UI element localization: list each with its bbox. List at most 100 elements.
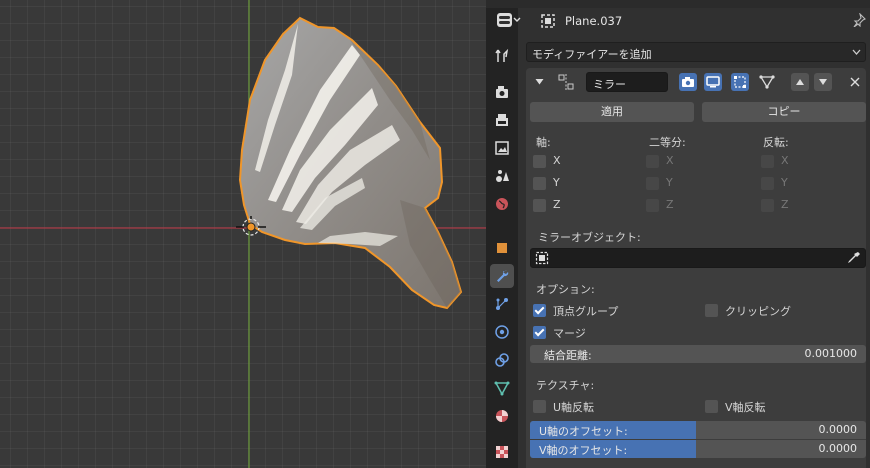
on-cage-toggle[interactable] [758, 73, 776, 91]
move-down-button[interactable] [814, 73, 832, 91]
show-in-editmode-toggle[interactable] [731, 73, 749, 91]
flip-x-checkbox[interactable] [761, 155, 774, 168]
object-name: Plane.037 [565, 14, 623, 28]
object-mode-icon [541, 14, 555, 28]
apply-button[interactable]: 適用 [530, 102, 694, 122]
monitor-icon [706, 76, 720, 88]
flip-y-label: Y [781, 176, 788, 189]
tab-output[interactable] [490, 108, 514, 132]
pin-icon[interactable] [852, 12, 866, 28]
merge-distance-label: 結合距離: [544, 349, 592, 362]
options-label: オプション: [536, 283, 595, 296]
flip-z-checkbox[interactable] [761, 199, 774, 212]
show-in-viewport-toggle[interactable] [704, 73, 722, 91]
tab-data[interactable] [490, 376, 514, 400]
editor-type-dropdown[interactable] [494, 10, 524, 30]
flip-label: 反転: [763, 136, 789, 149]
tab-physics[interactable] [490, 320, 514, 344]
close-icon [850, 77, 860, 87]
top-bar-strip [486, 0, 870, 8]
u-offset-value: 0.0000 [818, 423, 858, 436]
tab-material[interactable] [490, 404, 514, 428]
tab-particles[interactable] [490, 292, 514, 316]
mirror-object-field[interactable] [530, 248, 866, 268]
edit-mode-icon [734, 76, 746, 88]
constraints-icon [495, 353, 509, 367]
copy-button[interactable]: コピー [702, 102, 866, 122]
add-modifier-dropdown[interactable]: モディファイアーを追加 [526, 42, 866, 62]
v-offset-field[interactable]: V軸のオフセット: 0.0000 [530, 440, 866, 458]
material-icon [496, 410, 508, 422]
merge-distance-value: 0.001000 [804, 347, 858, 360]
bisect-x-label: X [666, 154, 674, 167]
axis-x-label: X [553, 154, 561, 167]
tab-modifiers[interactable] [490, 264, 514, 288]
mirror-modifier-icon [558, 74, 574, 90]
axis-z-checkbox[interactable] [533, 199, 546, 212]
u-offset-field[interactable]: U軸のオフセット: 0.0000 [530, 421, 866, 439]
bisect-z-checkbox[interactable] [646, 199, 659, 212]
tab-texture[interactable] [490, 440, 514, 464]
axis-y-checkbox[interactable] [533, 177, 546, 190]
clipping-label: クリッピング [725, 305, 791, 318]
clipping-checkbox[interactable] [705, 304, 718, 317]
axis-y-label: Y [553, 176, 560, 189]
view-layer-icon [495, 141, 509, 155]
tab-world[interactable] [490, 192, 514, 216]
u-offset-label: U軸のオフセット: [539, 425, 628, 438]
axis-x-checkbox[interactable] [533, 155, 546, 168]
u-flip-checkbox[interactable] [533, 400, 546, 413]
chevron-down-icon [852, 49, 861, 55]
render-icon [496, 86, 508, 98]
tab-scene[interactable] [490, 164, 514, 188]
v-offset-label: V軸のオフセット: [539, 444, 628, 457]
world-icon [496, 198, 508, 210]
merge-distance-field[interactable]: 結合距離: 0.001000 [530, 345, 866, 363]
triangle-up-icon [796, 79, 804, 85]
merge-label: マージ [553, 327, 586, 340]
v-flip-label: V軸反転 [725, 401, 766, 414]
physics-icon [495, 325, 509, 339]
mirror-object-label: ミラーオブジェクト: [538, 231, 641, 244]
move-up-button[interactable] [791, 73, 809, 91]
textures-label: テクスチャ: [536, 379, 595, 392]
tab-tool[interactable] [490, 44, 514, 68]
tab-view-layer[interactable] [490, 136, 514, 160]
add-modifier-label: モディファイアーを追加 [532, 48, 652, 61]
bisect-y-checkbox[interactable] [646, 177, 659, 190]
tab-constraints[interactable] [490, 348, 514, 372]
tool-icon [495, 48, 509, 62]
particles-icon [496, 298, 508, 310]
flip-x-label: X [781, 154, 789, 167]
scene-icon [496, 170, 509, 182]
remove-modifier-button[interactable] [846, 73, 864, 91]
show-in-render-toggle[interactable] [679, 73, 697, 91]
tab-render[interactable] [490, 80, 514, 104]
flip-y-checkbox[interactable] [761, 177, 774, 190]
object-icon [497, 243, 507, 253]
v-offset-value: 0.0000 [818, 442, 858, 455]
bisect-label: 二等分: [649, 136, 686, 149]
data-icon [494, 381, 510, 396]
axis-label: 軸: [536, 136, 551, 149]
modifier-name-field[interactable]: ミラー [586, 72, 668, 92]
3d-viewport[interactable] [0, 0, 486, 468]
triangle-down-icon [819, 79, 827, 85]
bisect-y-label: Y [666, 176, 673, 189]
merge-checkbox[interactable] [533, 326, 546, 339]
properties-editor-icon [497, 13, 521, 27]
viewport-scene [0, 0, 486, 468]
vertex-groups-checkbox[interactable] [533, 304, 546, 317]
modifier-name-text: ミラー [593, 78, 626, 91]
properties-tabs [486, 8, 518, 468]
vertex-groups-label: 頂点グループ [553, 305, 619, 318]
bisect-x-checkbox[interactable] [646, 155, 659, 168]
vertex-triangle-icon [759, 75, 775, 89]
flip-z-label: Z [781, 198, 789, 211]
tab-object[interactable] [490, 236, 514, 260]
axis-z-label: Z [553, 198, 561, 211]
eyedropper-icon[interactable] [847, 251, 861, 265]
collapse-triangle-icon[interactable] [535, 77, 544, 86]
modifier-icon [497, 270, 509, 282]
v-flip-checkbox[interactable] [705, 400, 718, 413]
